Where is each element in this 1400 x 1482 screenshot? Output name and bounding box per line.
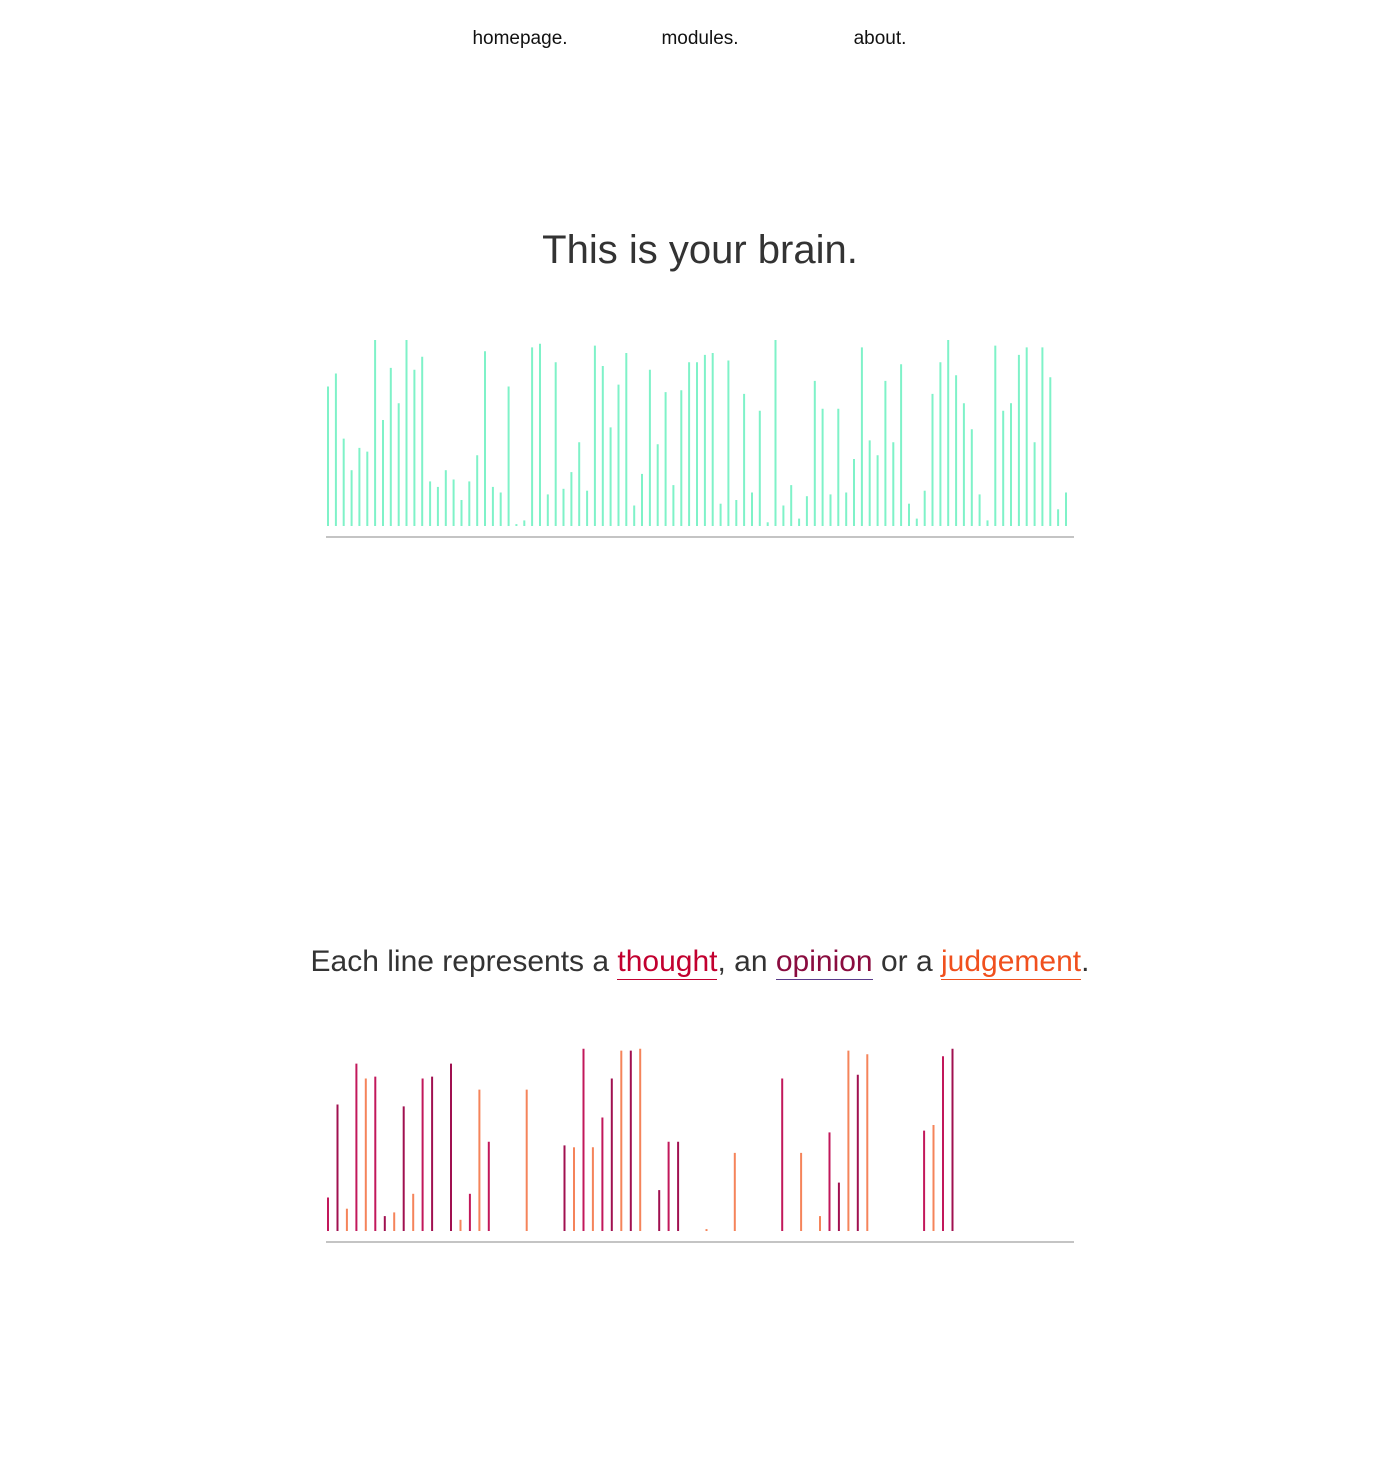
judgement-link[interactable]: judgement bbox=[941, 945, 1082, 980]
thought-link[interactable]: thought bbox=[617, 945, 718, 980]
lead-sentence: Each line represents a thought, an opini… bbox=[0, 945, 1400, 980]
brain-line-chart bbox=[326, 340, 1074, 538]
lead-separator-1: , an bbox=[717, 945, 776, 978]
lead-suffix: . bbox=[1081, 945, 1090, 978]
lead-separator-2: or a bbox=[872, 945, 941, 978]
lead-prefix: Each line represents a bbox=[310, 945, 618, 978]
thought-line-chart bbox=[326, 1048, 1074, 1243]
page: homepage. modules. about. This is your b… bbox=[0, 0, 1400, 1482]
nav-link-about[interactable]: about. bbox=[854, 28, 907, 50]
opinion-link[interactable]: opinion bbox=[775, 945, 873, 980]
hero-title: This is your brain. bbox=[542, 228, 858, 272]
top-navigation: homepage. modules. about. bbox=[0, 28, 1400, 52]
nav-link-modules[interactable]: modules. bbox=[661, 28, 738, 50]
nav-link-homepage[interactable]: homepage. bbox=[472, 28, 567, 50]
